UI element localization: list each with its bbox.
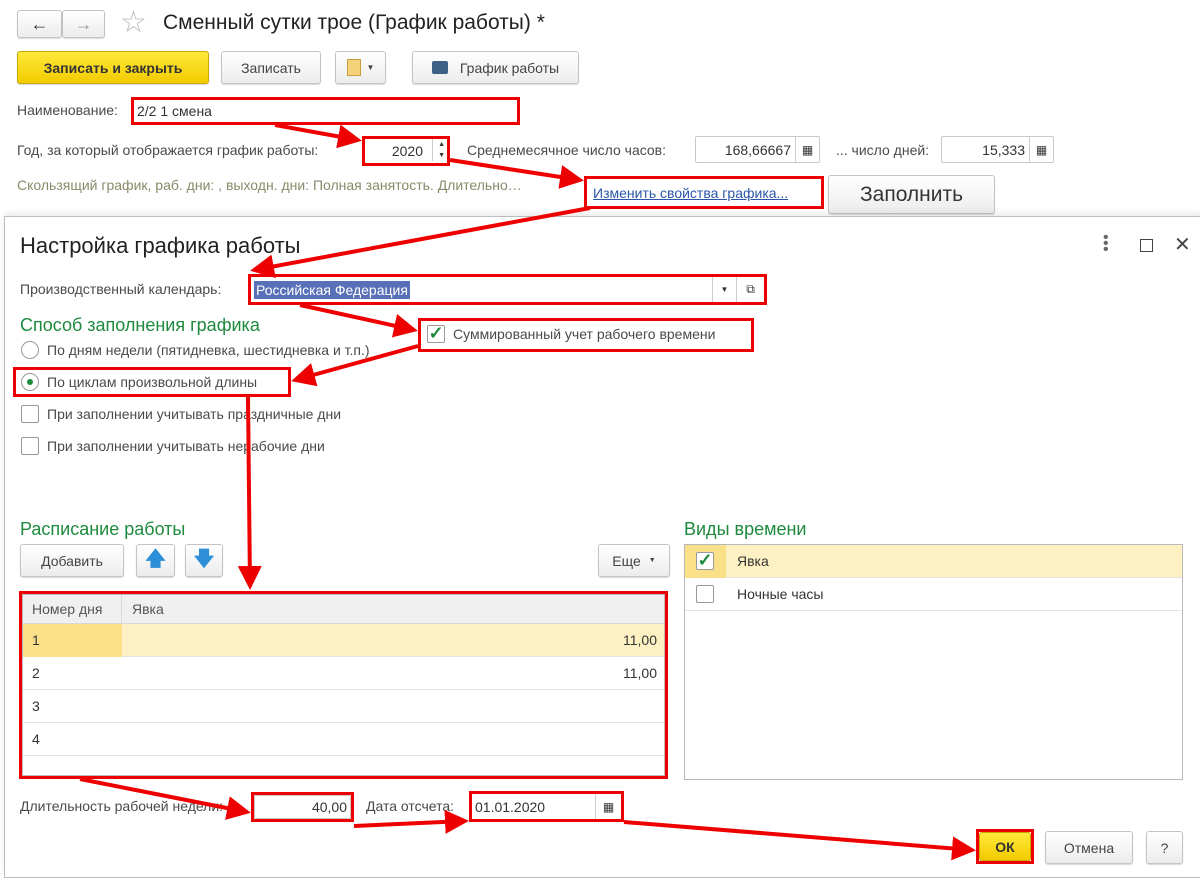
arrow-icon [79,777,251,820]
arrow-icon [623,820,976,861]
annotation-arrows [79,123,976,861]
arrow-icon [291,344,419,387]
arrow-icon [449,158,584,189]
arrow-icon [250,206,591,279]
arrow-icon [353,809,469,834]
arrow-icon [274,123,362,149]
arrow-icon [299,303,418,338]
arrow-icon [237,396,262,590]
